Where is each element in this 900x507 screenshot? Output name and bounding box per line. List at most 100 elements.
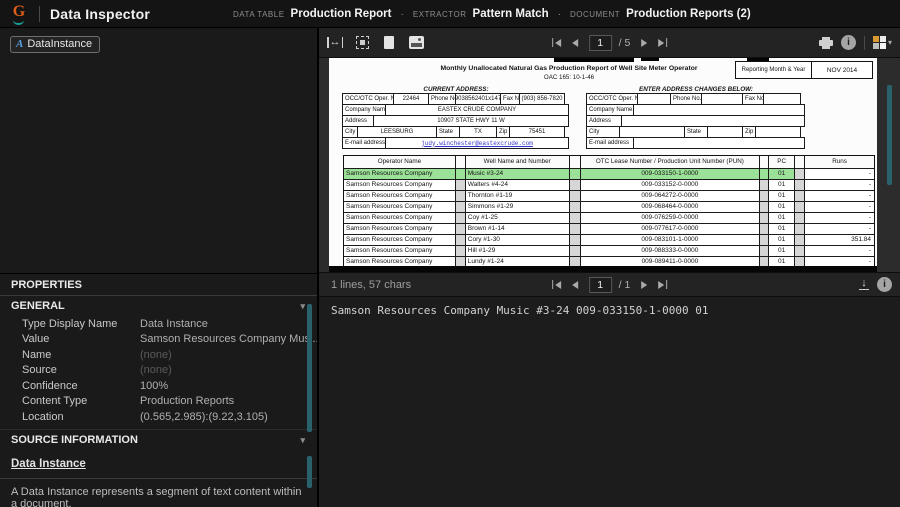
- data-inspector-window: G Data Inspector DATA TABLE Production Re…: [0, 0, 900, 507]
- logo-arc: [13, 20, 24, 25]
- document-panel: ↔ 1 / 5 i ▾ Monthly Unallocated Natural …: [319, 28, 900, 507]
- header-cell: Well Name and Number: [465, 156, 570, 168]
- header-divider: [39, 5, 40, 22]
- pun-cell: 009-033152-0-0000: [581, 180, 761, 190]
- scan-artifact: [554, 58, 634, 62]
- operator-cell: Samson Resources Company: [344, 213, 456, 223]
- gap-cell: [455, 202, 466, 212]
- properties-panel: PROPERTIES GENERAL ▾ Type Display Name Da…: [0, 274, 317, 507]
- image-icon: [408, 36, 424, 49]
- property-label: Type Display Name: [22, 317, 118, 330]
- gap-cell: [760, 202, 770, 212]
- pc-cell: 01: [769, 235, 796, 245]
- runs-cell: -: [868, 170, 871, 177]
- breadcrumb-value: Production Report: [290, 8, 392, 20]
- well-table-row[interactable]: Samson Resources Company Hill #1-29 009-08…: [344, 246, 874, 257]
- property-label: Value: [22, 333, 50, 346]
- reporting-month-box: Reporting Month & Year NOV 2014: [735, 61, 873, 79]
- line-navigation: 1 / 1: [551, 273, 668, 296]
- info-button[interactable]: i: [877, 277, 892, 292]
- next-line-button[interactable]: [641, 280, 648, 289]
- document-page[interactable]: Monthly Unallocated Natural Gas Producti…: [329, 58, 877, 272]
- gap-cell: [760, 191, 770, 201]
- chevron-down-icon[interactable]: ▾: [300, 301, 305, 312]
- well-table-row[interactable]: Samson Resources Company Brown #1-14 009-0…: [344, 224, 874, 235]
- header-gap-cell: [569, 156, 581, 168]
- gap-cell: [569, 202, 581, 212]
- pun-cell: 009-033150-1-0000: [580, 169, 761, 179]
- well-cell: Simmons #1-29: [466, 202, 570, 212]
- gap-cell: [760, 246, 770, 256]
- operator-cell: Samson Resources Company: [344, 191, 456, 201]
- pun-cell: 009-077617-0-0000: [581, 224, 761, 234]
- runs-cell: -: [868, 203, 871, 210]
- property-value: Production Reports: [140, 395, 235, 408]
- chevron-down-icon[interactable]: ▾: [300, 435, 305, 446]
- instance-tree-panel[interactable]: A DataInstance: [0, 28, 317, 274]
- gap-cell: [569, 224, 581, 234]
- layout-grid-icon: [872, 36, 886, 49]
- well-table-row[interactable]: Samson Resources Company Walters #4-24 009…: [344, 180, 874, 191]
- region-select-button[interactable]: [351, 32, 373, 54]
- breadcrumb-label: DATA TABLE: [233, 9, 285, 19]
- gap-cell: [455, 246, 466, 256]
- well-table-row[interactable]: Samson Resources Company Simmons #1-29 009…: [344, 202, 874, 213]
- property-row: Type Display Name Data Instance: [0, 316, 317, 332]
- pun-cell: 009-088333-0-0000: [581, 246, 761, 256]
- property-label: Confidence: [22, 379, 78, 392]
- next-page-button[interactable]: [641, 38, 648, 47]
- fit-width-button[interactable]: ↔: [324, 32, 346, 54]
- app-header: G Data Inspector DATA TABLE Production Re…: [0, 0, 900, 28]
- download-button[interactable]: ↓: [859, 277, 869, 291]
- page-count-label: / 5: [618, 36, 631, 49]
- help-heading-link[interactable]: Data Instance: [11, 458, 86, 470]
- reporting-month-value: NOV 2014: [826, 66, 858, 74]
- extracted-text-panel[interactable]: Samson Resources Company Music #3-24 009…: [319, 297, 900, 507]
- last-line-button[interactable]: [658, 280, 668, 289]
- page-number-input[interactable]: 1: [588, 34, 612, 51]
- image-view-button[interactable]: [405, 32, 427, 54]
- print-button[interactable]: [818, 36, 833, 49]
- address-changes-heading: ENTER ADDRESS CHANGES BELOW:: [639, 86, 753, 93]
- property-value: (none): [140, 348, 172, 361]
- section-header-general[interactable]: GENERAL ▾: [0, 296, 317, 316]
- text-stats-label: 1 lines, 57 chars: [331, 278, 412, 291]
- last-page-button[interactable]: [658, 38, 668, 47]
- gap-cell: [795, 224, 806, 234]
- runs-cell: 351.84: [851, 236, 871, 243]
- copy-pages-button[interactable]: [378, 32, 400, 54]
- first-line-button[interactable]: [551, 280, 561, 289]
- well-table-header: Operator Name Well Name and Number OTC Lea…: [344, 156, 874, 169]
- properties-scrollbar[interactable]: [307, 456, 312, 488]
- gap-cell: [795, 191, 806, 201]
- document-viewer[interactable]: Monthly Unallocated Natural Gas Producti…: [319, 58, 900, 272]
- line-number-input[interactable]: 1: [588, 276, 612, 293]
- tree-node-datainstance[interactable]: A DataInstance: [10, 36, 101, 53]
- well-table-row[interactable]: Samson Resources Company Coy #1-25 009-076…: [344, 213, 874, 224]
- layout-mode-button[interactable]: ▾: [872, 36, 892, 49]
- gap-cell: [795, 213, 806, 223]
- gap-cell: [569, 169, 581, 179]
- property-label: Name: [22, 348, 52, 361]
- current-address-heading: CURRENT ADDRESS:: [423, 86, 489, 93]
- gap-cell: [795, 202, 806, 212]
- previous-page-button[interactable]: [571, 38, 578, 47]
- viewer-scrollbar[interactable]: [887, 85, 892, 185]
- well-table-row[interactable]: Samson Resources Company Thornton #1-19 00…: [344, 191, 874, 202]
- breadcrumb-separator: ·: [400, 8, 404, 20]
- property-value: (0.565,2.985):(9.22,3.105): [140, 410, 268, 423]
- operator-cell: Samson Resources Company: [344, 169, 456, 179]
- properties-scrollbar[interactable]: [307, 304, 312, 432]
- previous-line-button[interactable]: [571, 280, 578, 289]
- well-table-row-highlighted[interactable]: Samson Resources Company Music #3-24 009-0…: [344, 169, 874, 180]
- well-cell: Walters #4-24: [466, 180, 570, 190]
- section-header-source-information[interactable]: SOURCE INFORMATION ▾: [0, 428, 317, 451]
- gap-cell: [455, 235, 466, 245]
- gap-cell: [760, 169, 770, 179]
- info-button[interactable]: i: [840, 35, 856, 50]
- breadcrumb-label: EXTRACTOR: [412, 9, 467, 19]
- app-title: Data Inspector: [50, 5, 151, 22]
- first-page-button[interactable]: [551, 38, 561, 47]
- region-select-icon: [355, 36, 369, 49]
- well-table-row[interactable]: Samson Resources Company Cory #1-30 009-08…: [344, 235, 874, 246]
